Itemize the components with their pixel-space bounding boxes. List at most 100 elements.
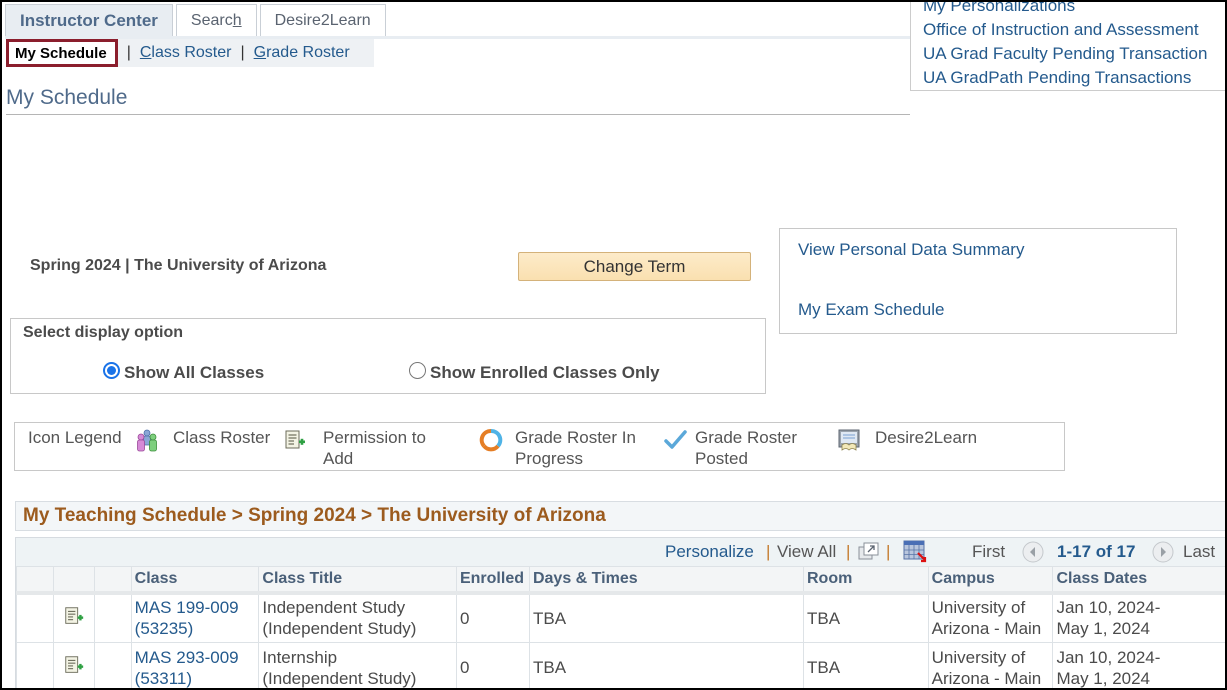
subnav-separator: | xyxy=(240,44,245,61)
view-all-link[interactable]: View All xyxy=(777,542,836,562)
subnav-my-schedule[interactable]: My Schedule xyxy=(6,39,118,67)
cell-enrolled: 0 xyxy=(455,592,530,643)
column-header-blank xyxy=(52,566,95,595)
cell-days-times: TBA xyxy=(528,642,804,688)
subnav-separator: | xyxy=(126,44,131,61)
radio-label: Show All Classes xyxy=(124,363,265,382)
permission-to-add-icon xyxy=(285,430,305,449)
personalize-link[interactable]: Personalize xyxy=(665,542,754,562)
cell-class-title: Internship (Independent Study) xyxy=(258,642,457,688)
nav-separator: | xyxy=(886,542,891,561)
download-to-spreadsheet-icon[interactable] xyxy=(903,540,929,563)
tab-instructor-center[interactable]: Instructor Center xyxy=(5,4,173,37)
legend-desire2learn-label: Desire2Learn xyxy=(875,428,978,447)
cell-class-dates: Jan 10, 2024- May 1, 2024 xyxy=(1052,592,1225,643)
cell-blank xyxy=(93,592,132,643)
class-roster-label: lass Roster xyxy=(151,44,232,61)
table-header-row: Class Class Title Enrolled Days & Times … xyxy=(16,566,1225,595)
grade-roster-accesskey: G xyxy=(253,44,267,61)
grid-navigation: Personalize | View All | | First 1-17 of… xyxy=(16,538,1225,566)
term-label: Spring 2024 | The University of Arizona xyxy=(30,257,327,274)
link-view-personal-data-summary[interactable]: View Personal Data Summary xyxy=(798,240,1024,260)
cell-room: TBA xyxy=(802,642,929,688)
display-option-header: Select display option xyxy=(23,324,184,341)
cell-permission-icon xyxy=(52,592,95,643)
previous-page-icon[interactable] xyxy=(1022,541,1044,563)
top-tabs: Instructor Center Search Desire2Learn xyxy=(5,4,386,37)
personal-links-box: View Personal Data Summary My Exam Sched… xyxy=(779,228,1177,334)
column-header-blank xyxy=(93,566,132,595)
column-header-enrolled[interactable]: Enrolled xyxy=(455,566,530,595)
desire2learn-icon xyxy=(838,429,860,451)
class-link[interactable]: MAS 199-009 (53235) xyxy=(135,598,239,638)
cell-class: MAS 199-009 (53235) xyxy=(130,592,260,643)
cell-days-times: TBA xyxy=(528,592,804,643)
cell-campus: University of Arizona - Main xyxy=(927,592,1054,643)
page-title: My Schedule xyxy=(6,86,128,109)
legend-grade-roster-posted-label: Grade Roster Posted xyxy=(695,428,798,468)
column-header-room[interactable]: Room xyxy=(802,566,929,595)
display-option-group: Select display option Show All Classes S… xyxy=(10,318,766,394)
change-term-button[interactable]: Change Term xyxy=(518,252,751,281)
link-my-exam-schedule[interactable]: My Exam Schedule xyxy=(798,300,944,320)
link-office-of-instruction[interactable]: Office of Instruction and Assessment xyxy=(923,18,1225,42)
column-header-campus[interactable]: Campus xyxy=(927,566,1054,595)
legend-permission-to-add-label: Permission to Add xyxy=(323,428,426,468)
radio-button-selected[interactable] xyxy=(103,361,120,379)
table-row: MAS 293-009 (53311) Internship (Independen… xyxy=(16,642,1225,688)
cell-campus: University of Arizona - Main xyxy=(927,642,1054,688)
legend-grade-roster-in-progress-label: Grade Roster In Progress xyxy=(515,428,636,468)
legend-title: Icon Legend xyxy=(28,428,122,447)
class-roster-icon xyxy=(137,429,157,452)
title-divider xyxy=(6,114,910,115)
schedule-table: Class Class Title Enrolled Days & Times … xyxy=(16,566,1225,688)
cell-blank xyxy=(16,592,54,643)
table-row: MAS 199-009 (53235) Independent Study (Ind… xyxy=(16,592,1225,643)
column-header-days-times[interactable]: Days & Times xyxy=(528,566,804,595)
class-link[interactable]: MAS 293-009 (53311) xyxy=(135,648,239,688)
cell-class-dates: Jan 10, 2024- May 1, 2024 xyxy=(1052,642,1225,688)
cell-room: TBA xyxy=(802,592,929,643)
icon-legend: Icon Legend Class Roster Permission to Ad… xyxy=(14,422,1065,471)
radio-button[interactable] xyxy=(409,361,426,379)
cell-blank xyxy=(93,642,132,688)
cell-class: MAS 293-009 (53311) xyxy=(130,642,260,688)
page: Instructor Center Search Desire2Learn My… xyxy=(2,2,1225,688)
tab-search-label: Searc xyxy=(190,12,233,29)
cell-permission-icon xyxy=(52,642,95,688)
related-links-menu: My Personalizations Office of Instructio… xyxy=(910,2,1225,91)
link-my-personalizations[interactable]: My Personalizations xyxy=(923,2,1225,18)
link-ua-grad-faculty-pending[interactable]: UA Grad Faculty Pending Transaction xyxy=(923,42,1225,66)
radio-show-all-classes[interactable]: Show All Classes xyxy=(103,361,265,383)
column-header-class[interactable]: Class xyxy=(130,566,260,595)
column-header-class-dates[interactable]: Class Dates xyxy=(1052,566,1225,595)
permission-to-add-icon[interactable] xyxy=(62,654,86,676)
first-page-link[interactable]: First xyxy=(972,542,1005,562)
page-range: 1-17 of 17 xyxy=(1057,542,1136,561)
column-header-class-title[interactable]: Class Title xyxy=(258,566,457,595)
grade-roster-posted-icon xyxy=(664,430,687,449)
grade-roster-label: rade Roster xyxy=(266,44,350,61)
cell-class-title: Independent Study (Independent Study) xyxy=(258,592,457,643)
open-new-window-icon[interactable] xyxy=(858,542,880,561)
teaching-schedule-grid: Personalize | View All | | First 1-17 of… xyxy=(15,537,1225,688)
subnav-grade-roster[interactable]: Grade Roster xyxy=(254,44,350,62)
tab-search[interactable]: Search xyxy=(175,4,257,37)
radio-show-enrolled-only[interactable]: Show Enrolled Classes Only xyxy=(409,361,660,383)
grade-roster-in-progress-icon xyxy=(479,429,503,452)
tab-desire2learn[interactable]: Desire2Learn xyxy=(259,4,386,37)
subnav-class-roster[interactable]: Class Roster xyxy=(140,44,232,62)
grid-title: My Teaching Schedule > Spring 2024 > The… xyxy=(15,501,1225,531)
cell-enrolled: 0 xyxy=(455,642,530,688)
sub-navigation: My Schedule | Class Roster | Grade Roste… xyxy=(6,39,374,67)
last-page-link[interactable]: Last xyxy=(1183,542,1215,562)
column-header-blank xyxy=(16,566,54,595)
cell-blank xyxy=(16,642,54,688)
permission-to-add-icon[interactable] xyxy=(62,605,86,627)
link-ua-gradpath-pending[interactable]: UA GradPath Pending Transactions xyxy=(923,66,1225,90)
class-roster-accesskey: C xyxy=(139,44,152,61)
next-page-icon[interactable] xyxy=(1152,541,1174,563)
radio-label: Show Enrolled Classes Only xyxy=(430,363,660,382)
legend-class-roster-label: Class Roster xyxy=(173,428,271,447)
tab-search-accesskey: h xyxy=(232,12,242,29)
